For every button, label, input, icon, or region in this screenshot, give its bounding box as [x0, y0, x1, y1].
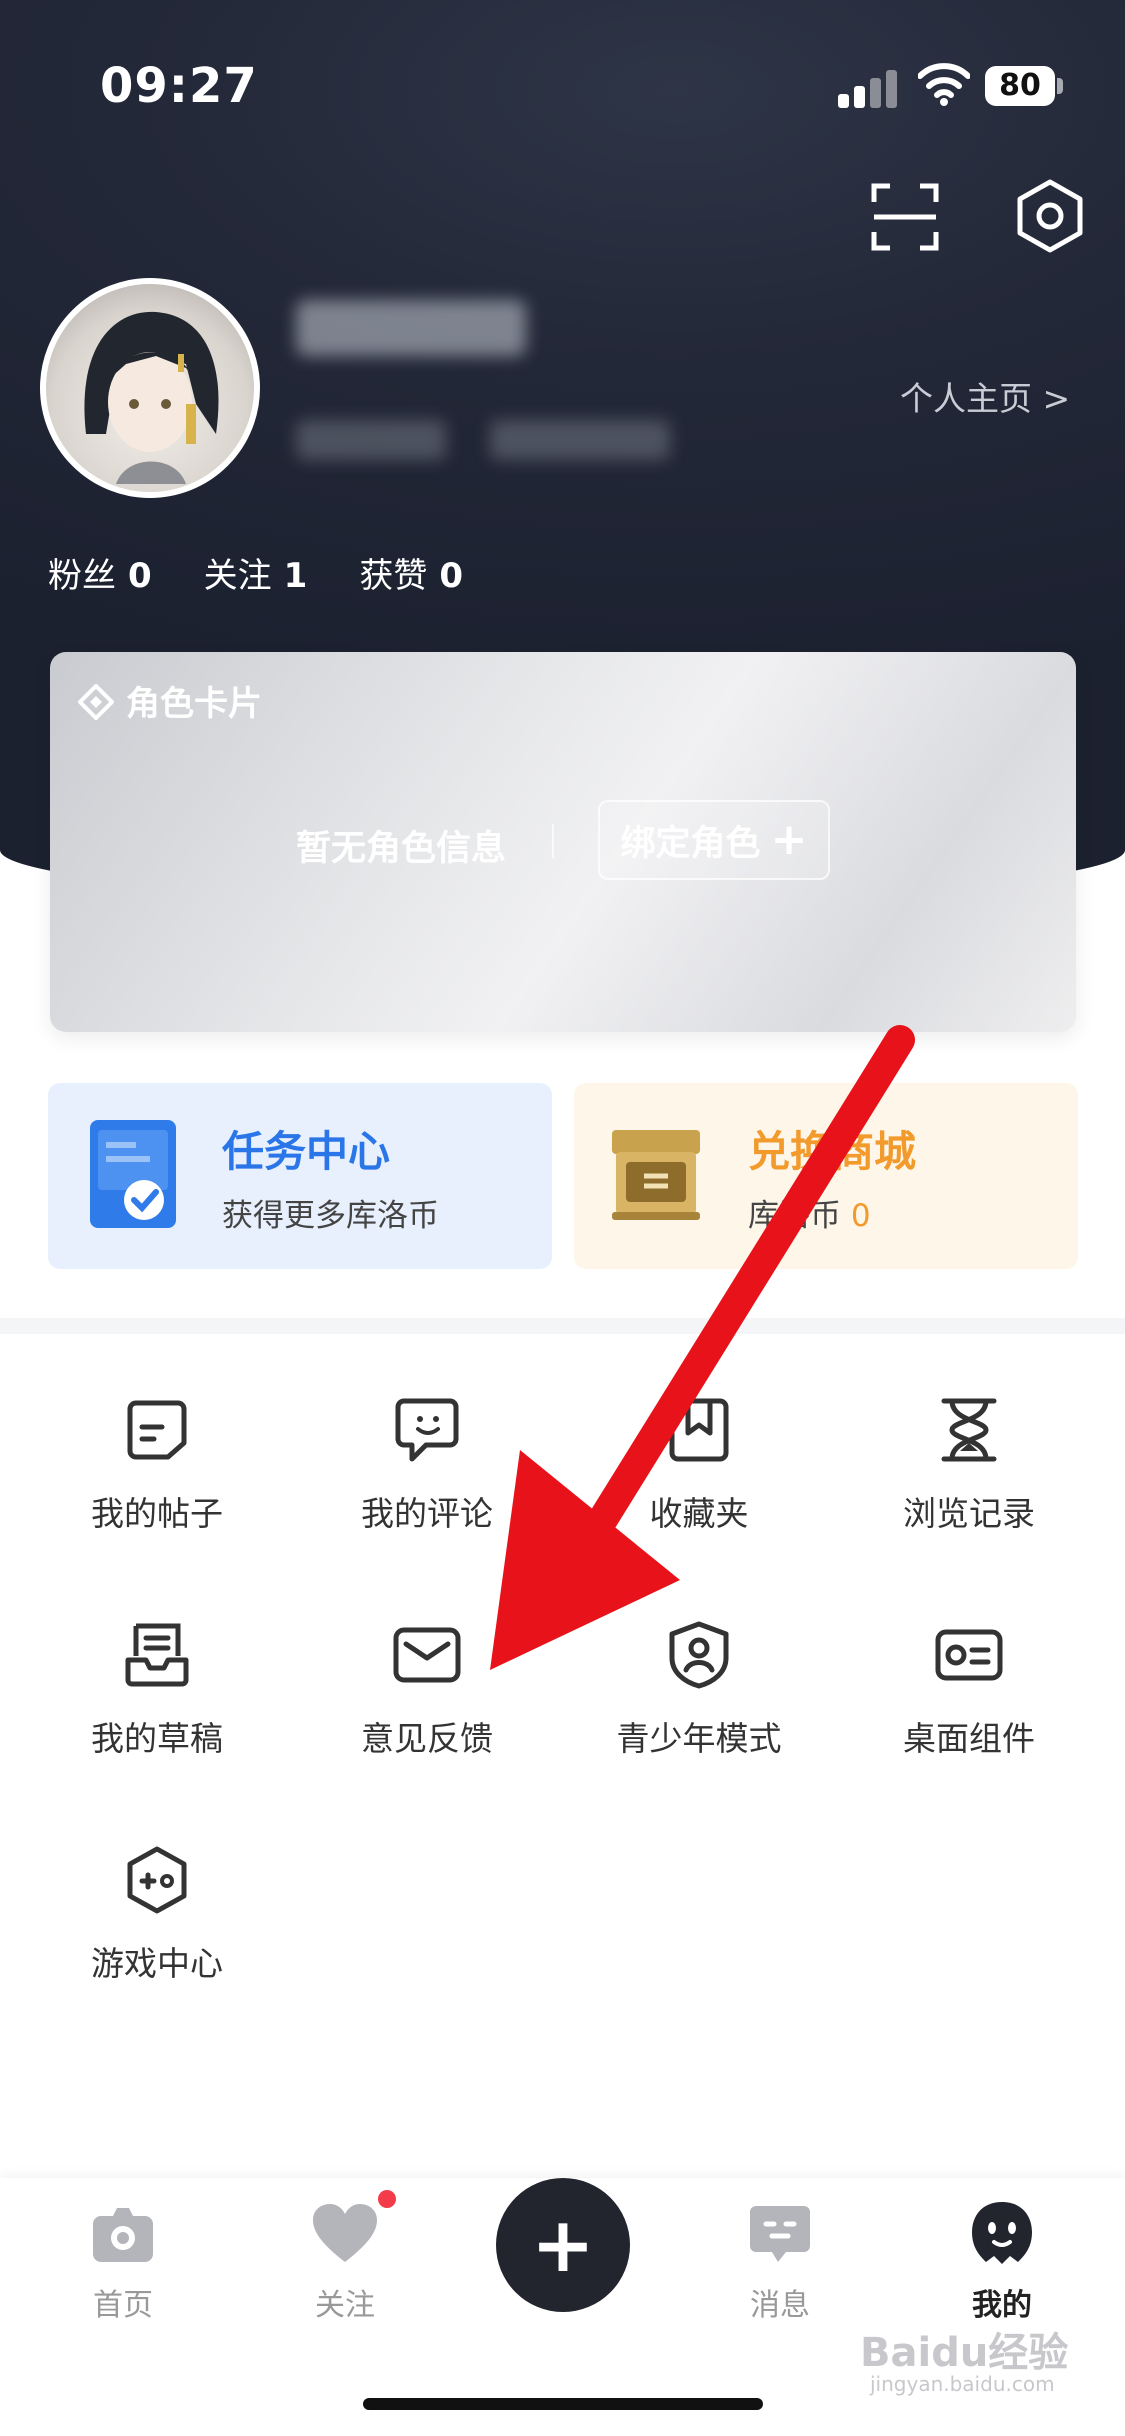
watermark-url: jingyan.baidu.com: [870, 2372, 1055, 2396]
tab-following[interactable]: 关注: [255, 2198, 435, 2324]
heart-icon: [313, 2204, 377, 2262]
profile-mascot-icon: [972, 2202, 1032, 2264]
menu-my-posts[interactable]: 我的帖子: [32, 1395, 282, 1535]
hourglass-icon: [941, 1398, 997, 1462]
tab-messages[interactable]: 消息: [690, 2198, 870, 2324]
user-info-blurred: [490, 420, 670, 460]
tab-me[interactable]: 我的: [912, 2198, 1092, 2324]
scan-icon[interactable]: [870, 182, 940, 252]
stat-likes[interactable]: 获赞 0: [359, 548, 463, 597]
personal-homepage-link[interactable]: 个人主页 >: [900, 372, 1070, 420]
wifi-icon: [918, 63, 970, 106]
divider: [552, 824, 554, 858]
stat-following[interactable]: 关注 1: [204, 548, 308, 597]
tab-home[interactable]: 首页: [33, 2198, 213, 2324]
gamepad-icon: [127, 1846, 187, 1914]
create-post-button[interactable]: +: [496, 2178, 630, 2312]
battery-level: 80: [985, 66, 1055, 106]
draft-icon: [125, 1623, 189, 1687]
post-icon: [127, 1400, 187, 1460]
notification-dot: [378, 2190, 396, 2208]
home-indicator[interactable]: [363, 2398, 763, 2410]
bind-role-button[interactable]: 绑定角色 +: [598, 800, 830, 880]
menu-my-drafts[interactable]: 我的草稿: [32, 1620, 282, 1760]
message-icon: [750, 2206, 810, 2262]
username-blurred: [296, 300, 526, 356]
menu-game-center[interactable]: 游戏中心: [32, 1845, 282, 1985]
user-info-blurred: [296, 420, 446, 460]
watermark-logo: Baidu经验: [860, 2330, 1069, 2376]
plus-icon: +: [531, 2200, 595, 2289]
plus-icon: +: [770, 814, 808, 865]
avatar[interactable]: [40, 278, 260, 498]
task-center-subtitle: 获得更多库洛币: [222, 1198, 439, 1234]
avatar-illustration: [84, 311, 219, 484]
battery-indicator: 80: [985, 66, 1065, 106]
settings-gear-icon[interactable]: [1012, 178, 1088, 254]
task-ticket-icon: [90, 1120, 176, 1228]
home-camera-icon: [93, 2208, 153, 2262]
diamond-icon: [78, 684, 114, 720]
role-card-title: 角色卡片: [126, 684, 262, 724]
status-time: 09:27: [100, 58, 258, 114]
cellular-signal-icon: [838, 68, 898, 108]
no-role-text: 暂无角色信息: [296, 829, 507, 869]
stat-fans[interactable]: 粉丝 0: [48, 548, 152, 597]
profile-stats: 粉丝 0 关注 1 获赞 0: [48, 548, 463, 597]
annotation-arrow: [490, 1025, 915, 1670]
task-center-title: 任务中心: [222, 1127, 391, 1176]
widget-card-icon: [935, 1629, 1003, 1681]
